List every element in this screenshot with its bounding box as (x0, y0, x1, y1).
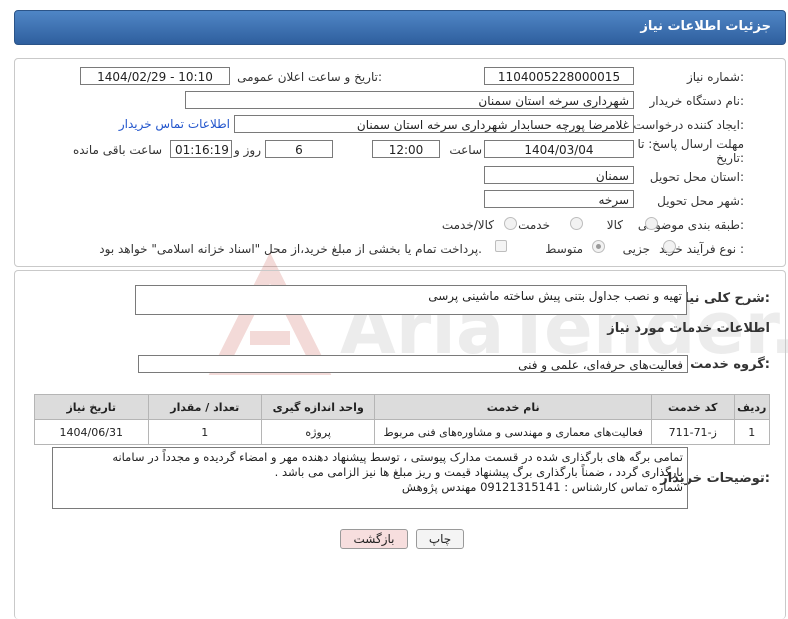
buyer-org-label: نام دستگاه خریدار: (649, 94, 745, 108)
col-name: نام خدمت (374, 394, 652, 420)
cell-index: 1 (733, 419, 771, 445)
announce-field: 1404/02/29 - 10:10 (80, 67, 230, 85)
announce-label: تاریخ و ساعت اعلان عمومی: (237, 70, 382, 84)
category-goods-radio[interactable] (645, 217, 658, 230)
category-goods-label: کالا (606, 218, 623, 232)
category-both-label: کالا/خدمت (441, 218, 494, 232)
creator-field: غلامرضا پورچه حسابدار شهرداری سرخه استان… (234, 115, 634, 133)
col-date: تاریخ نیاز (34, 394, 149, 420)
service-group-label: گروه خدمت: (690, 357, 770, 372)
city-label: شهر محل تحویل: (657, 194, 744, 208)
cell-date: 1404/06/31 (34, 419, 149, 445)
col-unit: واحد اندازه گیری (260, 394, 376, 420)
need-number-field: 1104005228000015 (484, 67, 634, 85)
buyer-org-field: شهرداری سرخه استان سمنان (185, 91, 634, 109)
treasury-payment-checkbox[interactable] (495, 240, 507, 252)
process-minor-radio[interactable] (663, 240, 676, 253)
city-field: سرخه (484, 190, 634, 208)
process-medium-label: متوسط (545, 242, 583, 256)
time-label: ساعت (449, 143, 482, 157)
creator-label: ایجاد کننده درخواست: (633, 118, 744, 132)
remaining-label: ساعت باقی مانده (72, 143, 162, 157)
process-minor-label: جزیی (622, 242, 650, 256)
buyer-contact-link[interactable]: اطلاعات تماس خریدار (119, 117, 230, 131)
cell-name: فعالیت‌های معماری و مهندسی و مشاوره‌های … (374, 419, 652, 445)
table-row: 1 ز-71-711 فعالیت‌های معماری و مهندسی و … (34, 419, 771, 445)
summary-field: تهیه و نصب جداول بتنی پیش ساخته ماشینی پ… (135, 285, 687, 315)
deadline-label-date: تاریخ: (716, 151, 744, 165)
service-group-field: فعالیت‌های حرفه‌ای، علمی و فنی (138, 355, 688, 373)
deadline-time-field: 12:00 (372, 140, 440, 158)
deadline-date-field: 1404/03/04 (484, 140, 634, 158)
category-service-label: خدمت (518, 218, 550, 232)
days-label: روز و (234, 143, 261, 157)
page-title-bar: جزئیات اطلاعات نیاز (14, 10, 786, 45)
need-number-label: شماره نیاز: (686, 70, 744, 84)
description-box: تمامی برگه های بارگذاری شده در قسمت مدار… (52, 447, 688, 509)
category-service-radio[interactable] (570, 217, 583, 230)
summary-label: شرح کلی نیاز: (676, 291, 770, 306)
page-title: جزئیات اطلاعات نیاز (640, 19, 771, 34)
print-button[interactable]: چاپ (416, 529, 464, 549)
services-heading: اطلاعات خدمات مورد نیاز (607, 321, 770, 336)
treasury-payment-note: پرداخت تمام یا بخشی از مبلغ خرید،از محل … (99, 242, 482, 256)
description-line: شماره تماس کارشناس : 09121315141 مهندس پ… (401, 480, 683, 494)
cell-unit: پروژه (260, 419, 376, 445)
cell-qty: 1 (147, 419, 262, 445)
col-code: کد خدمت (650, 394, 735, 420)
col-index: ردیف (733, 394, 771, 420)
deadline-label: مهلت ارسال پاسخ: تا (637, 137, 744, 151)
cell-code: ز-71-711 (650, 419, 735, 445)
description-line: تمامی برگه های بارگذاری شده در قسمت مدار… (112, 450, 683, 464)
province-label: استان محل تحویل: (649, 170, 744, 184)
category-both-radio[interactable] (504, 217, 517, 230)
days-field: 6 (265, 140, 333, 158)
process-medium-radio[interactable] (592, 240, 605, 253)
back-button[interactable]: بازگشت (340, 529, 408, 549)
description-line: بارگذاری گردد ، ضمناً بارگذاری برگ پیشنه… (274, 465, 683, 479)
remaining-time-field: 01:16:19 (170, 140, 232, 158)
province-field: سمنان (484, 166, 634, 184)
services-table: ردیف کد خدمت نام خدمت واحد اندازه گیری ت… (34, 394, 771, 445)
need-info-panel (14, 58, 786, 267)
col-qty: تعداد / مقدار (147, 394, 262, 420)
